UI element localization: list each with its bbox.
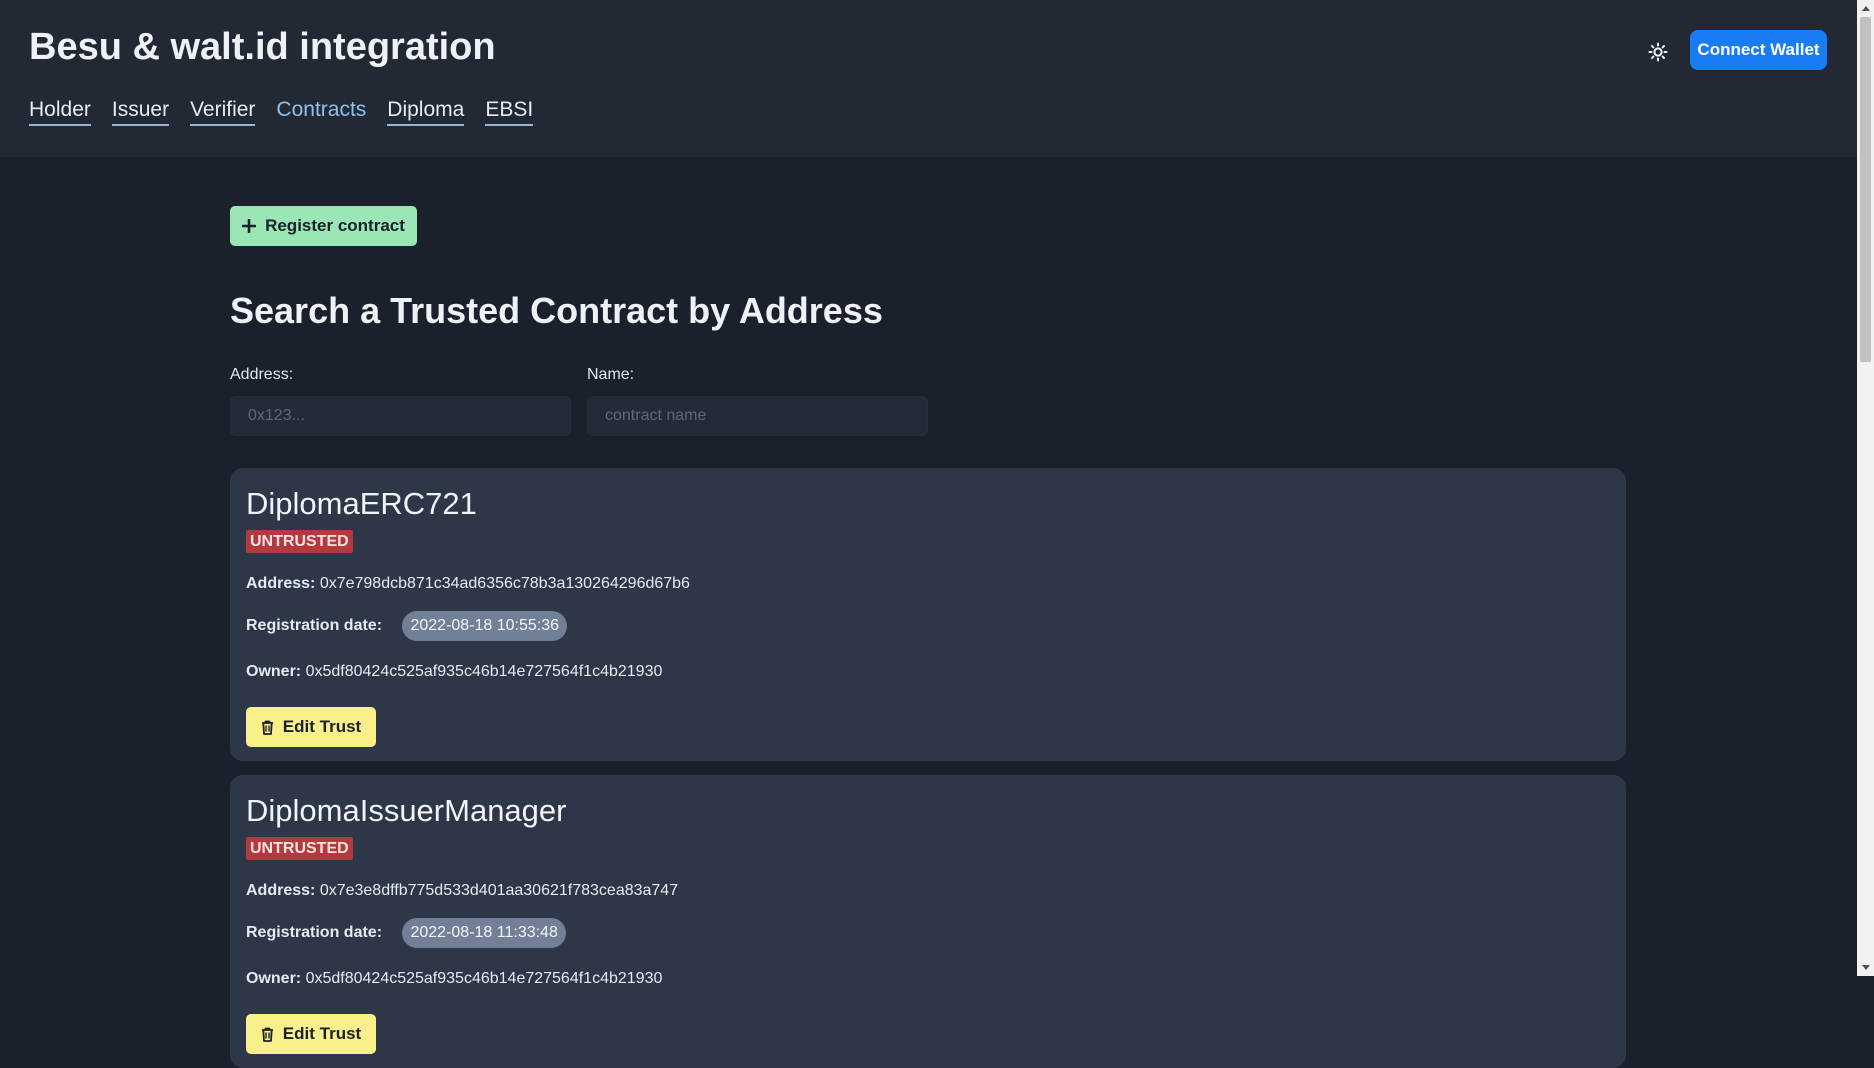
contract-address: 0x7e3e8dffb775d533d401aa30621f783cea83a7… (319, 882, 679, 899)
registration-row: Registration date: 2022-08-18 10:55:36 (246, 611, 568, 641)
registration-row-label: Registration date: (246, 617, 383, 634)
owner-row: Owner: 0x5df80424c525af935c46b14e727564f… (246, 970, 662, 988)
nav-ebsi[interactable]: EBSI (485, 97, 534, 126)
address-label: Address: (230, 366, 294, 383)
edit-trust-label: Edit Trust (282, 717, 362, 736)
nav-verifier[interactable]: Verifier (190, 97, 256, 126)
name-input[interactable] (587, 396, 928, 436)
owner-address: 0x5df80424c525af935c46b14e727564f1c4b219… (305, 663, 663, 680)
main-nav: Holder Issuer Verifier Contracts Diploma… (29, 97, 554, 126)
registration-date-badge: 2022-08-18 10:55:36 (402, 611, 568, 641)
scroll-thumb[interactable] (1860, 17, 1871, 362)
trash-icon (261, 720, 273, 735)
address-input[interactable] (230, 396, 571, 436)
nav-contracts[interactable]: Contracts (276, 97, 366, 126)
contract-card: DiplomaIssuerManager UNTRUSTED Address: … (230, 775, 1626, 1068)
register-contract-button[interactable]: Register contract (230, 206, 417, 246)
registration-row: Registration date: 2022-08-18 11:33:48 (246, 918, 566, 948)
contract-address-row: Address: 0x7e3e8dffb775d533d401aa30621f7… (246, 882, 678, 900)
contract-address: 0x7e798dcb871c34ad6356c78b3a130264296d67… (319, 575, 690, 592)
register-contract-label: Register contract (265, 216, 405, 235)
contract-card: DiplomaERC721 UNTRUSTED Address: 0x7e798… (230, 468, 1626, 761)
scroll-up-arrow[interactable] (1857, 0, 1874, 17)
sun-icon (1648, 42, 1668, 62)
owner-row-label: Owner: (246, 970, 302, 987)
status-badge: UNTRUSTED (246, 837, 353, 860)
edit-trust-button[interactable]: Edit Trust (246, 1014, 376, 1054)
registration-row-label: Registration date: (246, 924, 383, 941)
page-scrollbar[interactable] (1857, 0, 1874, 976)
search-title: Search a Trusted Contract by Address (230, 290, 883, 331)
connect-wallet-button[interactable]: Connect Wallet (1690, 30, 1827, 70)
owner-row: Owner: 0x5df80424c525af935c46b14e727564f… (246, 663, 662, 681)
contract-name: DiplomaIssuerManager (246, 793, 567, 828)
plus-icon (242, 219, 257, 233)
scroll-down-arrow[interactable] (1857, 959, 1874, 976)
contract-name: DiplomaERC721 (246, 486, 477, 521)
app-title: Besu & walt.id integration (29, 26, 496, 68)
trash-icon (261, 1027, 273, 1042)
owner-row-label: Owner: (246, 663, 302, 680)
owner-address: 0x5df80424c525af935c46b14e727564f1c4b219… (305, 970, 663, 987)
edit-trust-button[interactable]: Edit Trust (246, 707, 376, 747)
app-header: Besu & walt.id integration Holder Issuer… (0, 0, 1857, 157)
status-badge: UNTRUSTED (246, 530, 353, 553)
triangle-up-icon (1861, 6, 1870, 11)
name-label: Name: (587, 366, 635, 383)
nav-holder[interactable]: Holder (29, 97, 91, 126)
edit-trust-label: Edit Trust (282, 1024, 362, 1043)
address-row-label: Address: (246, 575, 316, 592)
nav-issuer[interactable]: Issuer (111, 97, 170, 126)
triangle-down-icon (1861, 965, 1870, 970)
nav-diploma[interactable]: Diploma (387, 97, 465, 126)
contract-address-row: Address: 0x7e798dcb871c34ad6356c78b3a130… (246, 575, 690, 593)
registration-date-badge: 2022-08-18 11:33:48 (402, 918, 566, 948)
theme-toggle-button[interactable] (1644, 38, 1672, 66)
address-row-label: Address: (246, 882, 316, 899)
